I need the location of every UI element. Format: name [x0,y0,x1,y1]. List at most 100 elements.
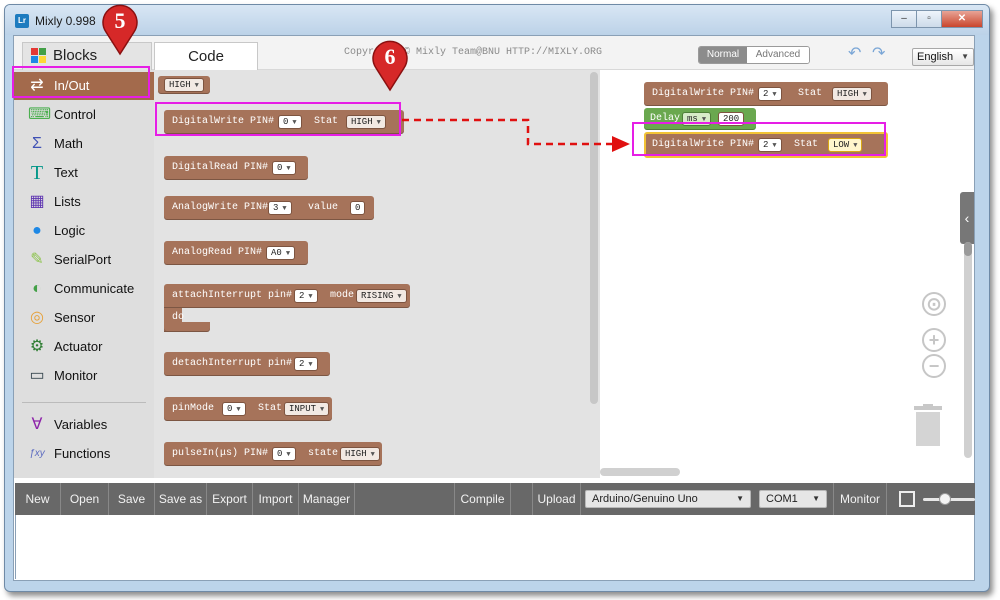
monitor-icon: ▭ [29,367,45,384]
block-pinmode[interactable]: pinMode 0 ▼ Stat INPUT ▼ [164,397,332,421]
toolbox-item-functions[interactable]: ƒxy Functions [14,440,154,468]
block-digitalread[interactable]: DigitalRead PIN# 0 ▼ [164,156,308,180]
language-select[interactable]: English ▼ [912,48,974,66]
toolbox-item-math[interactable]: Σ Math [14,130,154,158]
tab-code[interactable]: Code [154,42,258,70]
block-analogread[interactable]: AnalogRead PIN# A0 ▼ [164,241,308,265]
block-attachinterrupt-foot [164,322,210,332]
text-icon: T [30,162,44,184]
toolbox-item-serialport[interactable]: ✎ SerialPort [14,246,154,274]
workspace-horizontal-scrollbar[interactable] [600,468,680,476]
compile-button[interactable]: Compile [455,483,511,515]
chip-icon[interactable] [899,491,915,507]
pin-dropdown[interactable]: 0 ▼ [272,161,296,175]
block-high[interactable]: HIGH ▼ [158,76,210,94]
mode-normal-button[interactable]: Normal [699,47,747,63]
high-dropdown[interactable]: HIGH ▼ [164,78,204,92]
pin-value: 2 [763,89,769,99]
upload-button[interactable]: Upload [533,483,581,515]
pin-dropdown[interactable]: 2 ▼ [294,357,318,371]
bulb-icon: ● [32,222,42,239]
stat-dropdown[interactable]: HIGH ▼ [832,87,872,101]
close-button[interactable]: ✕ [941,10,983,28]
mode-value: RISING [361,291,394,301]
drag-arrow [402,118,630,152]
toolbox: ⇄ In/Out ⌨ Control Σ Math T Text ▦ Lists… [14,70,154,478]
chevron-down-icon: ▼ [236,406,241,414]
new-button[interactable]: New [15,483,61,515]
toolbox-item-control[interactable]: ⌨ Control [14,101,154,129]
toolbox-item-actuator[interactable]: ⚙ Actuator [14,333,154,361]
workspace-vertical-scrollbar[interactable] [964,242,972,458]
board-select[interactable]: Arduino/Genuino Uno ▼ [585,490,751,508]
pin-value: 3 [273,203,279,213]
zoom-in-icon[interactable]: + [922,328,946,352]
step-6-number: 6 [385,44,396,69]
value-input[interactable]: 0 [350,201,366,215]
state-label: state [308,448,339,459]
port-value: COM1 [766,493,798,505]
block-label: detachInterrupt pin# [172,358,293,369]
stat-dropdown[interactable]: INPUT ▼ [284,402,330,416]
chevron-down-icon: ▼ [736,494,744,503]
pin-dropdown[interactable]: A0 ▼ [266,246,296,260]
console-output[interactable] [15,515,975,579]
mixly-app-icon: Lr [15,14,29,28]
block-attachinterrupt[interactable]: attachInterrupt pin# 2 ▼ mode RISING ▼ [164,284,410,308]
toolbox-item-monitor[interactable]: ▭ Monitor [14,362,154,390]
ws-block-digitalwrite-high[interactable]: DigitalWrite PIN# 2 ▼ Stat HIGH ▼ [644,82,888,106]
block-analogwrite[interactable]: AnalogWrite PIN# 3 ▼ value 0 [164,196,374,220]
toolbox-item-label: Text [54,165,78,180]
chevron-down-icon: ▼ [194,82,199,90]
zoom-out-icon[interactable]: − [922,354,946,378]
pin-dropdown[interactable]: 2 ▼ [758,87,782,101]
app-window: Lr Mixly 0.998 – ▫ ✕ Blocks Code Copyrig… [4,4,990,592]
mode-switch[interactable]: Normal Advanced [698,46,810,64]
maximize-button[interactable]: ▫ [916,10,942,28]
mode-advanced-button[interactable]: Advanced [747,47,809,63]
port-select[interactable]: COM1 ▼ [759,490,827,508]
state-value: HIGH [345,449,367,459]
monitor-button[interactable]: Monitor [833,483,887,515]
recenter-icon[interactable]: ⊙ [922,292,946,316]
highlight-flyout-digitalwrite [155,102,401,136]
trash-icon[interactable] [912,404,944,448]
zoom-slider-handle[interactable] [939,493,951,505]
toolbox-item-text[interactable]: T Text [14,159,154,187]
save-button[interactable]: Save [109,483,155,515]
step-6-marker: 6 [372,40,408,92]
workspace-scroll-thumb[interactable] [964,242,972,256]
toolbox-item-logic[interactable]: ● Logic [14,217,154,245]
toolbox-item-sensor[interactable]: ◎ Sensor [14,304,154,332]
redo-icon[interactable]: ↷ [872,46,890,62]
chevron-down-icon: ▼ [961,52,969,61]
undo-icon[interactable]: ↶ [848,46,866,62]
puzzle-icon [31,48,46,63]
block-pulsein[interactable]: pulseIn(μs) PIN# 0 ▼ state HIGH ▼ [164,442,382,466]
mode-label: mode [330,290,355,301]
mode-dropdown[interactable]: RISING ▼ [356,289,407,303]
title-bar: Lr Mixly 0.998 – ▫ ✕ [5,5,989,35]
import-button[interactable]: Import [253,483,299,515]
toolbox-item-label: Math [54,136,83,151]
toolbox-item-lists[interactable]: ▦ Lists [14,188,154,216]
block-detachinterrupt[interactable]: detachInterrupt pin# 2 ▼ [164,352,330,376]
chevron-down-icon: ▼ [282,205,287,213]
open-button[interactable]: Open [61,483,109,515]
minimize-button[interactable]: – [891,10,917,28]
export-button[interactable]: Export [207,483,253,515]
state-dropdown[interactable]: HIGH ▼ [340,447,380,461]
chevron-down-icon: ▼ [286,165,291,173]
block-label: pinMode [172,403,215,414]
chevron-left-icon[interactable]: ‹ [960,192,974,244]
pin-dropdown[interactable]: 0 ▼ [272,447,296,461]
toolbox-item-communicate[interactable]: ◐ Communicate [14,275,154,303]
pin-dropdown[interactable]: 0 ▼ [222,402,246,416]
toolbox-item-label: Communicate [54,281,135,296]
manager-button[interactable]: Manager [299,483,355,515]
pin-dropdown[interactable]: 2 ▼ [294,289,318,303]
save-as-button[interactable]: Save as [155,483,207,515]
toolbox-item-variables[interactable]: ∀ Variables [14,411,154,439]
pin-dropdown[interactable]: 3 ▼ [268,201,292,215]
satellite-icon: ◐ [32,280,42,297]
